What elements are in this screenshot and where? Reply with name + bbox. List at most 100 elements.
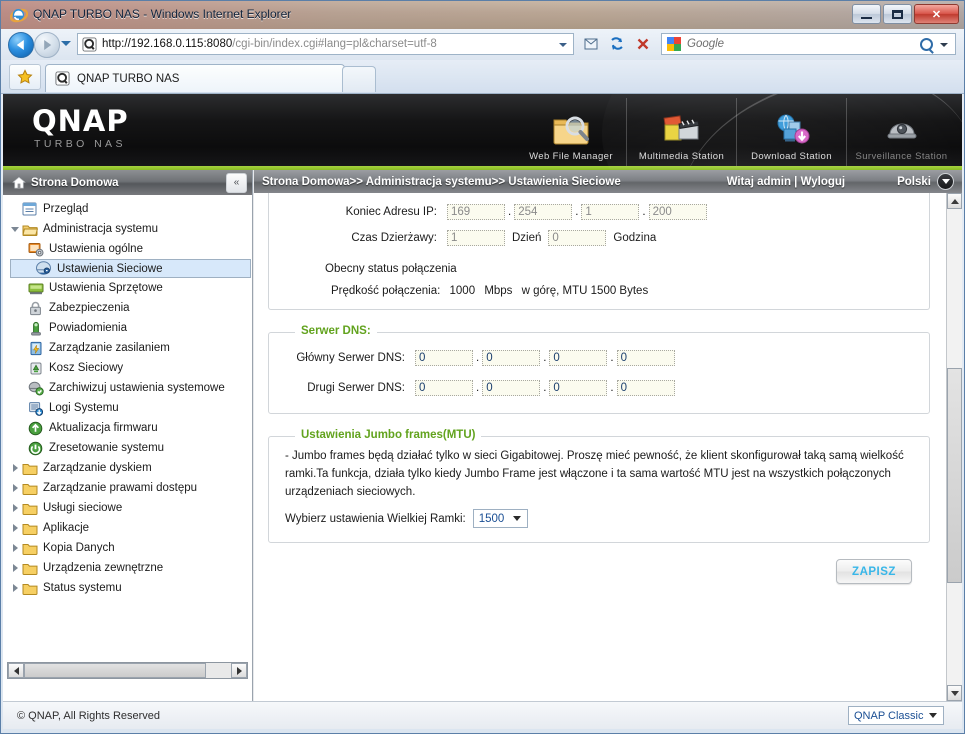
- sidebar-item-zarchiwizuj-ustawienia-systemowe[interactable]: Zarchiwizuj ustawienia systemowe: [3, 378, 251, 398]
- sidebar-item-administracja-systemu[interactable]: Administracja systemu: [3, 219, 251, 239]
- station-multimedia[interactable]: Multimedia Station: [626, 98, 736, 166]
- sidebar-item-label: Status systemu: [43, 582, 122, 594]
- scroll-track[interactable]: [24, 663, 231, 678]
- sidebar-item-ustawienia-sprz-towe[interactable]: Ustawienia Sprzętowe: [3, 278, 251, 298]
- page-viewport: QNAP TURBO NAS Web File Manager Multimed…: [3, 94, 962, 701]
- sidebar-item-przegl-d[interactable]: Przegląd: [3, 199, 251, 219]
- folder-magnifier-icon: [551, 112, 591, 148]
- dome-camera-icon: [882, 112, 922, 148]
- search-input[interactable]: Google: [661, 33, 956, 55]
- expand-triangle-right-icon[interactable]: [9, 524, 21, 532]
- stop-button[interactable]: [631, 33, 655, 55]
- expand-triangle-right-icon[interactable]: [9, 584, 21, 592]
- sidebar-item-logi-systemu[interactable]: Logi Systemu: [3, 398, 251, 418]
- secondary-dns-octet-2[interactable]: 0: [482, 380, 541, 396]
- sidebar-item-label: Powiadomienia: [49, 322, 127, 334]
- folder-icon: [21, 520, 38, 536]
- search-icon[interactable]: [920, 38, 933, 51]
- sidebar-item-aktualizacja-firmwaru[interactable]: Aktualizacja firmwaru: [3, 418, 251, 438]
- recent-pages-chevron-down-icon[interactable]: [61, 41, 71, 46]
- primary-dns-octet-3[interactable]: 0: [549, 350, 608, 366]
- expand-triangle-right-icon[interactable]: [9, 564, 21, 572]
- end-ip-octet-4[interactable]: 200: [648, 204, 707, 220]
- sidebar-collapse-button[interactable]: «: [226, 173, 247, 193]
- secondary-dns-octet-1[interactable]: 0: [415, 380, 473, 396]
- primary-dns-octet-1[interactable]: 0: [415, 350, 473, 366]
- folder-icon: [21, 460, 38, 476]
- browser-window: QNAP TURBO NAS - Windows Internet Explor…: [0, 0, 965, 734]
- scroll-left-button[interactable]: [8, 663, 24, 678]
- expand-triangle-right-icon[interactable]: [9, 464, 21, 472]
- primary-dns-octet-4[interactable]: 0: [616, 350, 675, 366]
- expand-triangle-right-icon[interactable]: [9, 504, 21, 512]
- address-dropdown-chevron-down-icon[interactable]: [559, 43, 567, 47]
- back-button[interactable]: [8, 32, 34, 58]
- expand-triangle-right-icon[interactable]: [9, 544, 21, 552]
- station-web-file-manager[interactable]: Web File Manager: [516, 98, 626, 166]
- lease-days-input[interactable]: 1: [447, 230, 505, 246]
- scroll-up-button[interactable]: [947, 193, 962, 209]
- lease-hours-input[interactable]: 0: [548, 230, 607, 246]
- scroll-thumb[interactable]: [947, 368, 962, 583]
- close-x-icon: [637, 38, 649, 50]
- sidebar-item-zarz-dzanie-zasilaniem[interactable]: Zarządzanie zasilaniem: [3, 338, 251, 358]
- scroll-down-button[interactable]: [947, 685, 962, 701]
- connection-status-heading: Obecny status połączenia: [325, 263, 457, 275]
- sidebar-item-zabezpieczenia[interactable]: Zabezpieczenia: [3, 298, 251, 318]
- end-ip-octet-2[interactable]: 254: [514, 204, 573, 220]
- sidebar-item-zarz-dzanie-dyskiem[interactable]: Zarządzanie dyskiem: [3, 458, 251, 478]
- primary-dns-label: Główny Serwer DNS:: [296, 352, 405, 364]
- primary-dns-octet-2[interactable]: 0: [482, 350, 541, 366]
- station-surveillance[interactable]: Surveillance Station: [846, 98, 956, 166]
- breadcrumb-bar: Strona Domowa>> Administracja systemu>> …: [254, 170, 962, 193]
- sidebar-item-us-ugi-sieciowe[interactable]: Usługi sieciowe: [3, 498, 251, 518]
- system-reset-icon: [27, 440, 44, 456]
- search-provider-chevron-down-icon[interactable]: [940, 43, 948, 47]
- sidebar-item-ustawienia-sieciowe[interactable]: Ustawienia Sieciowe: [10, 259, 251, 278]
- save-button[interactable]: ZAPISZ: [836, 559, 912, 584]
- sidebar-item-powiadomienia[interactable]: Powiadomienia: [3, 318, 251, 338]
- close-button[interactable]: ✕: [914, 4, 959, 24]
- secondary-dns-octet-4[interactable]: 0: [616, 380, 675, 396]
- sidebar-item-kosz-sieciowy[interactable]: Kosz Sieciowy: [3, 358, 251, 378]
- favorites-button[interactable]: [9, 64, 41, 90]
- chevron-down-icon: [929, 713, 937, 718]
- sidebar-item-urz-dzenia-zewn-trzne[interactable]: Urządzenia zewnętrzne: [3, 558, 251, 578]
- browser-tab-label: QNAP TURBO NAS: [77, 72, 180, 85]
- sidebar-item-zresetowanie-systemu[interactable]: Zresetowanie systemu: [3, 438, 251, 458]
- sidebar-item-zarz-dzanie-prawami-dost-pu[interactable]: Zarządzanie prawami dostępu: [3, 478, 251, 498]
- scroll-right-button[interactable]: [231, 663, 247, 678]
- breadcrumb[interactable]: Strona Domowa>> Administracja systemu>> …: [262, 176, 621, 188]
- sidebar-item-status-systemu[interactable]: Status systemu: [3, 578, 251, 598]
- welcome-logout[interactable]: Witaj admin | Wyloguj: [727, 176, 846, 188]
- address-bar[interactable]: http://192.168.0.115:8080/cgi-bin/index.…: [77, 33, 574, 55]
- sidebar-item-label: Administracja systemu: [43, 223, 159, 235]
- expand-triangle-down-icon[interactable]: [9, 226, 21, 232]
- forward-button[interactable]: [34, 32, 60, 58]
- station-download[interactable]: Download Station: [736, 98, 846, 166]
- end-ip-octet-1[interactable]: 169: [447, 204, 505, 220]
- sidebar-item-kopia-danych[interactable]: Kopia Danych: [3, 538, 251, 558]
- language-chevron-down-icon[interactable]: [937, 173, 954, 190]
- new-tab-button[interactable]: [342, 66, 376, 92]
- refresh-button[interactable]: [605, 33, 629, 55]
- sidebar-item-label: Urządzenia zewnętrzne: [43, 562, 164, 574]
- sidebar-horizontal-scrollbar[interactable]: [7, 662, 248, 679]
- sidebar-item-label: Zarządzanie dyskiem: [43, 462, 152, 474]
- sidebar-item-ustawienia-og-lne[interactable]: Ustawienia ogólne: [3, 239, 251, 259]
- connection-speed-rest: w górę, MTU 1500 Bytes: [521, 285, 649, 297]
- end-ip-octet-3[interactable]: 1: [581, 204, 640, 220]
- copyright-text: © QNAP, All Rights Reserved: [17, 709, 161, 722]
- mtu-select[interactable]: 1500: [472, 509, 529, 528]
- sidebar-item-aplikacje[interactable]: Aplikacje: [3, 518, 251, 538]
- ip-dot: .: [610, 352, 614, 364]
- secondary-dns-octet-3[interactable]: 0: [549, 380, 608, 396]
- expand-triangle-right-icon[interactable]: [9, 484, 21, 492]
- theme-select[interactable]: QNAP Classic: [848, 706, 944, 725]
- minimize-button[interactable]: [852, 4, 881, 24]
- content-vertical-scrollbar[interactable]: [946, 193, 962, 701]
- scroll-thumb[interactable]: [24, 663, 207, 678]
- maximize-button[interactable]: [883, 4, 912, 24]
- browser-tab-qnap[interactable]: QNAP TURBO NAS: [45, 64, 345, 92]
- compatibility-view-button[interactable]: [579, 33, 603, 55]
